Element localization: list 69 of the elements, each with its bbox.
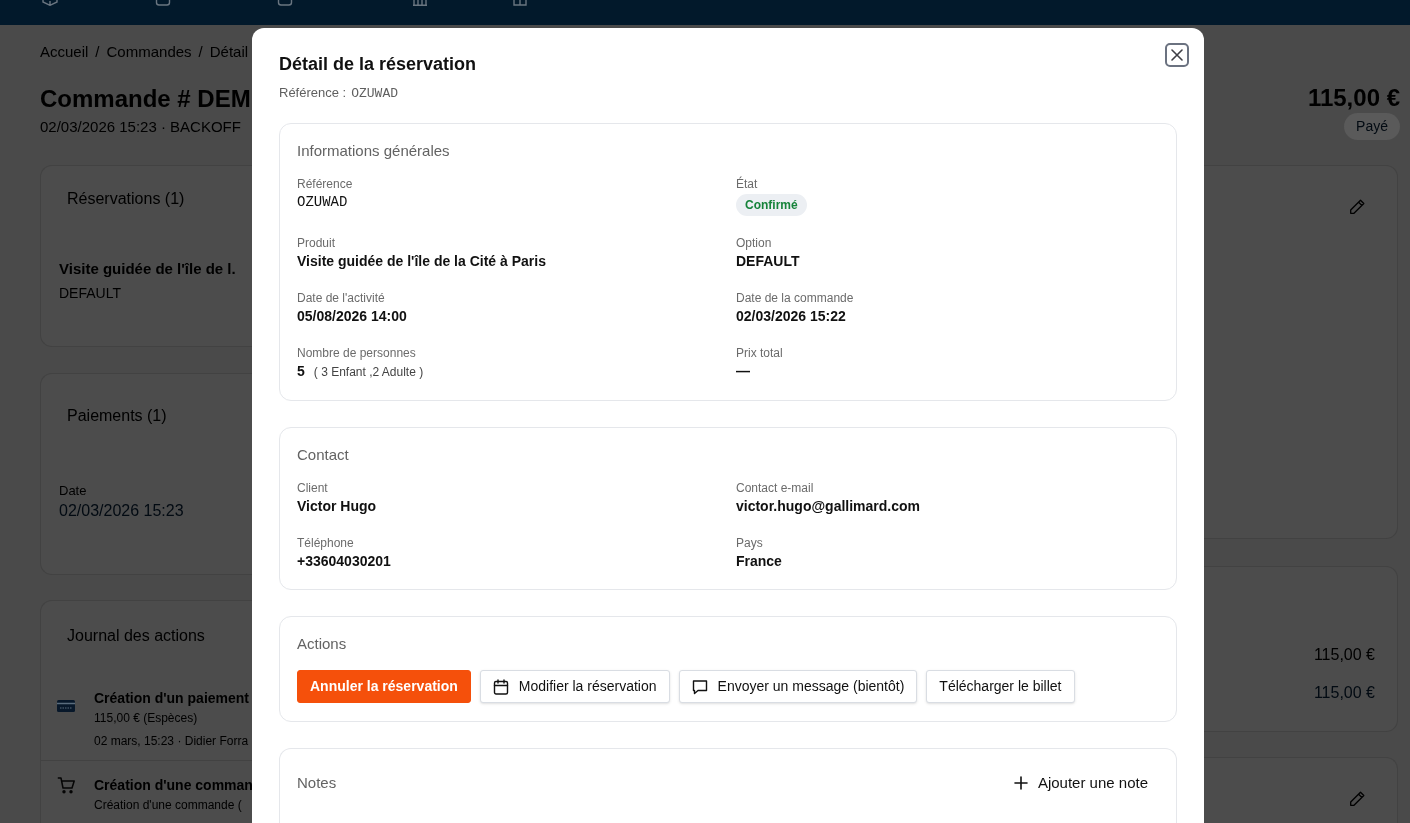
bars-icon[interactable]	[412, 0, 428, 6]
close-button[interactable]	[1165, 43, 1189, 67]
action-button[interactable]: Envoyer un message (bientôt)	[678, 670, 918, 703]
entry-detail: 115,00 € (Espèces)	[94, 710, 198, 726]
field-value: —	[736, 362, 750, 381]
close-icon	[1171, 49, 1183, 61]
card-icon	[57, 700, 75, 712]
field-label: Option	[736, 235, 772, 251]
add-note-button[interactable]: Ajouter une note	[1002, 766, 1159, 800]
field-label: État	[736, 176, 758, 192]
modal-title: Détail de la réservation	[279, 53, 477, 76]
section-title: Contact	[297, 445, 350, 465]
field-label: Téléphone	[297, 535, 354, 551]
entry-meta: 02 mars, 15:23 · Didier Forra	[94, 733, 249, 749]
speech-bubble-icon	[691, 678, 708, 695]
plus-icon	[1013, 776, 1028, 790]
field-value: 5	[297, 362, 305, 381]
action-button[interactable]: Télécharger le billet	[926, 670, 1075, 703]
field-value: +33604030201	[297, 552, 391, 571]
field-label: Date de l'activité	[297, 290, 385, 306]
field-value: victor.hugo@gallimard.com	[736, 497, 921, 516]
reference-label: Référence :	[279, 84, 347, 102]
field-label: Date de la commande	[736, 290, 854, 306]
breadcrumb-separator: /	[95, 42, 100, 62]
payment-date: 02/03/2026 15:23	[59, 501, 184, 521]
field-value: Victor Hugo	[297, 497, 377, 516]
section-title: Informations générales	[297, 141, 451, 161]
field-value: 05/08/2026 14:00	[297, 307, 407, 326]
calendar-icon	[492, 678, 509, 695]
field-detail: ( 3 Enfant ,2 Adulte )	[313, 364, 424, 381]
entry-title: Création d'un paiement	[94, 689, 249, 708]
status-badge: Confirmé	[736, 194, 807, 216]
action-button[interactable]: Modifier la réservation	[479, 670, 670, 703]
field-label: Référence	[297, 176, 353, 192]
field-value: France	[736, 552, 782, 571]
card-title: Journal des actions	[67, 626, 205, 646]
reference-code: OZUWAD	[351, 85, 398, 103]
field-label: Nombre de personnes	[297, 345, 416, 361]
card-title: Paiements (1)	[67, 406, 167, 426]
order-title: Commande # DEM	[40, 84, 251, 114]
amount-value: 115,00 €	[1313, 645, 1375, 665]
field-label: Pays	[736, 535, 763, 551]
box-icon[interactable]	[512, 0, 528, 6]
order-total: 115,00 €	[1307, 83, 1400, 113]
cube-icon[interactable]	[42, 0, 58, 6]
field-value: 02/03/2026 15:22	[736, 307, 846, 326]
field-value: Visite guidée de l'île de la Cité à Paris	[297, 252, 546, 271]
product-option: DEFAULT	[59, 283, 121, 303]
field-label: Produit	[297, 235, 336, 251]
order-subtitle: 02/03/2026 15:23 · BACKOFF	[40, 117, 241, 137]
cart-icon	[57, 776, 75, 794]
field-value: DEFAULT	[736, 252, 800, 271]
product-name: Visite guidée de l'île de l.	[59, 259, 236, 279]
section-title: Actions	[297, 634, 348, 654]
field-label: Client	[297, 480, 328, 496]
amount-value: 115,00 €	[1313, 683, 1375, 703]
entry-detail: Création d'une commande (	[94, 797, 242, 813]
card-title: Réservations (1)	[67, 189, 185, 209]
payment-status-badge: Payé	[1344, 113, 1400, 140]
breadcrumb-separator: /	[198, 42, 203, 62]
field-label: Date	[59, 483, 87, 499]
breadcrumb-current: Détail	[209, 42, 249, 62]
field-value: OZUWAD	[297, 193, 348, 212]
field-label: Prix total	[736, 345, 783, 361]
entry-title: Création d'une comman	[94, 776, 253, 795]
section-title: Notes	[297, 773, 337, 793]
pencil-icon[interactable]	[1349, 199, 1365, 215]
pencil-icon[interactable]	[1349, 791, 1365, 807]
field-label: Contact e-mail	[736, 480, 814, 496]
